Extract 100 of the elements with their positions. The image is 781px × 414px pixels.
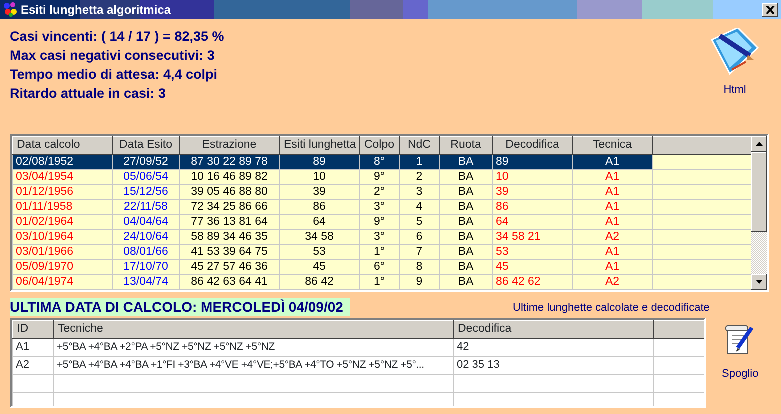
table-cell[interactable]: 9 [400,274,440,290]
table-cell[interactable]: BA [440,230,492,245]
table-cell[interactable]: 1° [360,274,400,290]
table-cell[interactable]: 05/06/54 [112,170,180,185]
table-cell[interactable]: BA [440,170,492,185]
column-header[interactable]: ID [12,320,54,339]
table-cell[interactable]: 34 58 21 [492,230,572,245]
table-cell[interactable]: 03/04/1954 [12,170,112,185]
table-cell[interactable]: 2 [400,170,440,185]
close-button[interactable] [762,2,778,16]
table-cell[interactable]: A1 [572,200,652,215]
table-cell[interactable]: 24/10/64 [112,230,180,245]
column-header[interactable]: Tecniche [54,320,454,339]
table-cell[interactable]: A1 [572,184,652,200]
table-cell[interactable]: 3 [400,184,440,200]
table-cell[interactable]: 86 [280,200,360,215]
table-cell[interactable]: BA [440,244,492,260]
table-cell[interactable]: BA [440,184,492,200]
table-cell[interactable]: 27/09/52 [112,154,180,170]
spoglio-button[interactable]: Spoglio [722,324,759,382]
html-button[interactable]: Html [710,28,760,98]
table-cell[interactable]: 2° [360,184,400,200]
table-cell[interactable]: 58 89 34 46 35 [180,230,280,245]
table-cell[interactable]: 6 [400,230,440,245]
table-cell[interactable]: 45 [492,260,572,275]
table-cell[interactable]: 1 [400,154,440,170]
scrollbar[interactable] [751,136,767,290]
down-arrow-icon[interactable] [756,280,762,284]
table-cell[interactable]: 72 34 25 86 66 [180,200,280,215]
table-cell[interactable]: 10 [492,170,572,185]
table-cell[interactable]: 10 [280,170,360,185]
table-cell[interactable]: 5 [400,214,440,230]
table-cell[interactable]: 08/01/66 [112,244,180,260]
up-arrow-icon[interactable] [756,142,762,146]
table-cell[interactable]: 13/04/74 [112,274,180,290]
table-cell[interactable]: 4 [400,200,440,215]
table-cell[interactable]: A2 [572,274,652,290]
column-header[interactable]: Tecnica [572,136,652,155]
table-cell[interactable]: 03/10/1964 [12,230,112,245]
table-cell[interactable]: 39 [492,184,572,200]
table-cell[interactable]: 86 42 [280,274,360,290]
table-cell[interactable]: A1 [572,154,652,170]
table-cell[interactable]: 39 05 46 88 80 [180,184,280,200]
table-cell[interactable]: 64 [280,214,360,230]
table-cell[interactable]: BA [440,260,492,275]
column-header[interactable]: Ruota [440,136,492,155]
table-cell[interactable]: 06/04/1974 [12,274,112,290]
table-cell[interactable]: 17/10/70 [112,260,180,275]
table-cell[interactable]: 3° [360,230,400,245]
table-cell[interactable]: 41 53 39 64 75 [180,244,280,260]
table-cell[interactable]: 87 30 22 89 78 [180,154,280,170]
table-cell[interactable]: A2 [572,230,652,245]
table-cell[interactable]: 1° [360,244,400,260]
table-cell[interactable]: 01/11/1958 [12,200,112,215]
table-cell[interactable]: 22/11/58 [112,200,180,215]
table-cell[interactable]: A1 [572,170,652,185]
table-cell[interactable]: 8° [360,154,400,170]
table-cell[interactable]: 10 16 46 89 82 [180,170,280,185]
table-cell[interactable]: 7 [400,244,440,260]
table-cell[interactable]: 15/12/56 [112,184,180,200]
table-cell[interactable]: 45 [280,260,360,275]
table-cell[interactable]: 77 36 13 81 64 [180,214,280,230]
table-cell[interactable]: 04/04/64 [112,214,180,230]
table-cell[interactable]: 89 [492,154,572,170]
table-cell[interactable]: A1 [572,214,652,230]
table-cell[interactable]: 3° [360,200,400,215]
table-cell[interactable]: 05/09/1970 [12,260,112,275]
table-cell[interactable]: 8 [400,260,440,275]
column-header[interactable]: Esiti lunghetta [280,136,360,155]
table-cell[interactable]: 53 [492,244,572,260]
table-cell[interactable]: 45 27 57 46 36 [180,260,280,275]
table-cell[interactable]: 86 [492,200,572,215]
table-cell[interactable]: A1 [572,260,652,275]
table-cell[interactable]: 9° [360,214,400,230]
table-cell[interactable]: 89 [280,154,360,170]
table-cell[interactable]: 01/02/1964 [12,214,112,230]
table-cell[interactable]: BA [440,200,492,215]
table-cell[interactable]: 03/01/1966 [12,244,112,260]
column-header[interactable]: NdC [400,136,440,155]
column-header[interactable]: Data calcolo [12,136,112,155]
scrollbar-thumb[interactable] [751,152,767,232]
table-cell[interactable]: 86 42 62 [492,274,572,290]
table-cell[interactable]: 64 [492,214,572,230]
table-cell[interactable]: 6° [360,260,400,275]
table-cell[interactable]: 9° [360,170,400,185]
column-header[interactable]: Decodifica [454,320,654,339]
table-cell[interactable]: 53 [280,244,360,260]
table-cell[interactable]: BA [440,274,492,290]
table-cell[interactable]: A1 [572,244,652,260]
table-cell[interactable]: 39 [280,184,360,200]
table-cell[interactable]: BA [440,154,492,170]
table-cell[interactable]: 02/08/1952 [12,154,112,170]
column-header[interactable]: Colpo [360,136,400,155]
column-header[interactable]: Decodifica [492,136,572,155]
table-cell[interactable]: 86 42 63 64 41 [180,274,280,290]
table-cell[interactable]: BA [440,214,492,230]
table-cell[interactable]: 01/12/1956 [12,184,112,200]
table-cell[interactable]: 34 58 [280,230,360,245]
column-header[interactable]: Estrazione [180,136,280,155]
column-header[interactable]: Data Esito [112,136,180,155]
